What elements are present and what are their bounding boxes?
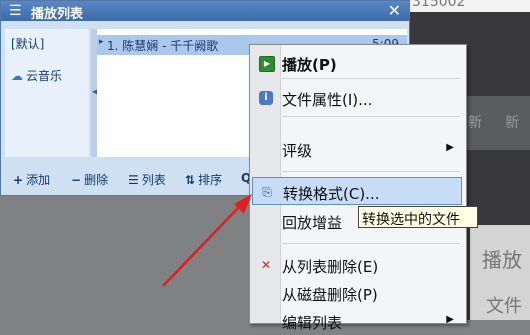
background-text: 播放: [482, 248, 522, 272]
menu-item-label: 编辑列表: [282, 314, 343, 332]
sort-button[interactable]: ⇅ 排序: [185, 171, 222, 188]
play-icon: ▶: [259, 56, 275, 72]
list-button[interactable]: ☰ 列表: [128, 171, 166, 188]
plus-icon: +: [13, 173, 24, 187]
menu-item-play[interactable]: ▶ 播放(P): [252, 49, 462, 77]
menu-separator: [282, 78, 460, 79]
sort-icon: ⇅: [185, 173, 196, 187]
sidebar-item-cloud-music[interactable]: ☁ 云音乐: [11, 67, 62, 84]
minus-icon: −: [71, 173, 82, 187]
menu-item-label: 文件属性(I)...: [282, 91, 373, 109]
track-title: 1. 陈慧娴 - 千千阙歌: [107, 39, 219, 53]
convert-icon: ⎘: [262, 185, 272, 199]
sidebar-item-label: 云音乐: [26, 69, 63, 83]
info-icon: i: [259, 91, 273, 105]
sidebar-item-label: [默认]: [11, 37, 45, 51]
sidebar-item-default[interactable]: [默认]: [11, 35, 44, 52]
tooltip: 转换选中的文件: [358, 206, 478, 228]
background-text: 新: [468, 115, 482, 131]
menu-item-delete-from-disk[interactable]: 从磁盘删除(P): [252, 279, 462, 307]
menu-item-edit-list[interactable]: 编辑列表 ▶: [252, 307, 462, 335]
window-title: 播放列表: [31, 7, 84, 22]
add-button[interactable]: + 添加: [13, 171, 50, 188]
menu-item-label: 从列表删除(E): [282, 258, 379, 276]
list-icon: ☰: [128, 173, 139, 187]
list-label: 列表: [141, 173, 166, 187]
playlist-sidebar: [默认] ☁ 云音乐: [5, 29, 89, 157]
menu-item-label: 评级: [282, 142, 313, 160]
cloud-icon: ☁: [11, 69, 23, 83]
background-text: 新: [505, 115, 519, 131]
context-menu: ▶ 播放(P) i 文件属性(I)... 评级 ▶ ⎘ 转换格式(C)... 回…: [249, 44, 467, 332]
menu-separator: [282, 116, 460, 117]
menu-item-file-properties[interactable]: i 文件属性(I)...: [252, 84, 462, 112]
menu-separator: [282, 171, 460, 172]
menu-separator: [282, 243, 460, 244]
background-text: 315002: [412, 0, 466, 10]
close-icon[interactable]: ✕: [388, 1, 401, 20]
menu-item-label: 回放增益: [282, 214, 343, 232]
menu-item-remove-from-list[interactable]: ✕ 从列表删除(E): [252, 251, 462, 279]
window-titlebar[interactable]: ☰ 播放列表 ✕: [1, 1, 409, 22]
sort-label: 排序: [198, 173, 223, 187]
menu-item-label: 转换格式(C)...: [283, 185, 380, 203]
add-label: 添加: [26, 173, 51, 187]
delete-label: 删除: [84, 173, 109, 187]
menu-icon[interactable]: ☰: [9, 3, 22, 19]
background-text: 文件: [486, 296, 522, 317]
menu-item-label: 播放(P): [282, 56, 337, 74]
menu-item-label: 从磁盘删除(P): [282, 286, 378, 304]
arrow-shaft: [162, 205, 241, 287]
delete-icon: ✕: [260, 258, 272, 272]
menu-item-convert-format[interactable]: ⎘ 转换格式(C)...: [252, 177, 462, 205]
playing-marker-icon: ▸: [99, 37, 104, 47]
delete-button[interactable]: − 删除: [71, 171, 108, 188]
menu-item-rating[interactable]: 评级 ▶: [252, 135, 462, 163]
submenu-arrow-icon: ▶: [446, 142, 454, 153]
